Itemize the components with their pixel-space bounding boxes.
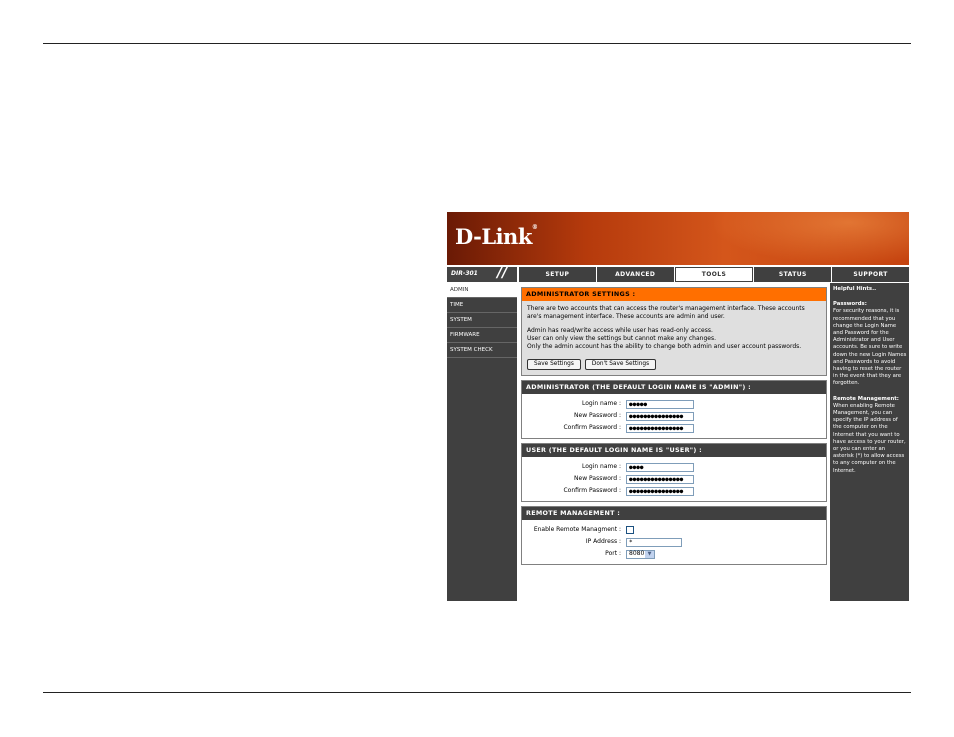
panel-title: REMOTE MANAGEMENT : [522, 507, 826, 520]
save-settings-button[interactable]: Save Settings [527, 359, 581, 370]
user-confirm-password-input[interactable]: ●●●●●●●●●●●●●●● [626, 486, 694, 496]
tab-advanced[interactable]: ADVANCED [596, 267, 674, 282]
tab-tools[interactable]: TOOLS [674, 267, 754, 282]
admin-confirm-password-input[interactable]: ●●●●●●●●●●●●●●● [626, 423, 694, 433]
ip-address-input[interactable]: * [626, 537, 682, 547]
sidebar-item-system[interactable]: SYSTEM [447, 313, 517, 328]
user-login-input[interactable]: ●●●● [626, 462, 694, 472]
router-screenshot: D-Link® DIR-301 // SETUP ADVANCED TOOLS … [447, 212, 909, 601]
top-navigation: DIR-301 // SETUP ADVANCED TOOLS STATUS S… [447, 265, 909, 283]
sidebar-item-time[interactable]: TIME [447, 298, 517, 313]
hints-passwords-heading: Passwords: [833, 301, 867, 308]
panel-title: USER (THE DEFAULT LOGIN NAME IS "USER") … [522, 444, 826, 457]
hints-title: Helpful Hints.. [833, 286, 877, 292]
sidebar-item-admin[interactable]: ADMIN [447, 283, 517, 298]
tab-bar: SETUP ADVANCED TOOLS STATUS SUPPORT [519, 267, 909, 282]
ip-address-label: IP Address : [585, 538, 621, 545]
user-login-label: Login name : [581, 463, 621, 470]
port-value: 8080 [629, 550, 645, 557]
remote-management-panel: REMOTE MANAGEMENT : Enable Remote Managm… [521, 506, 827, 565]
hints-passwords-text: For security reasons, it is recommended … [833, 308, 907, 387]
tab-status[interactable]: STATUS [754, 267, 832, 282]
admin-login-label: Login name : [581, 400, 621, 407]
admin-confirm-password-label: Confirm Password : [563, 424, 621, 431]
dlink-logo: D-Link® [455, 224, 538, 249]
access-line-user: User can only view the settings but cann… [527, 335, 716, 342]
user-new-password-input[interactable]: ●●●●●●●●●●●●●●● [626, 474, 694, 484]
panel-title: ADMINISTRATOR (THE DEFAULT LOGIN NAME IS… [522, 381, 826, 394]
admin-new-password-input[interactable]: ●●●●●●●●●●●●●●● [626, 411, 694, 421]
tab-setup[interactable]: SETUP [519, 267, 596, 282]
access-line-admin: Admin has read/write access while user h… [527, 327, 713, 334]
panel-title: ADMINISTRATOR SETTINGS : [522, 288, 826, 301]
main-content: ADMINISTRATOR SETTINGS : There are two a… [517, 283, 830, 601]
admin-login-input[interactable]: ●●●●● [626, 399, 694, 409]
tab-support[interactable]: SUPPORT [832, 267, 909, 282]
user-confirm-password-label: Confirm Password : [563, 487, 621, 494]
user-new-password-label: New Password : [574, 475, 621, 482]
admin-settings-panel: ADMINISTRATOR SETTINGS : There are two a… [521, 287, 827, 376]
admin-new-password-label: New Password : [574, 412, 621, 419]
sidebar-item-firmware[interactable]: FIRMWARE [447, 328, 517, 343]
dont-save-settings-button[interactable]: Don't Save Settings [584, 359, 657, 370]
helpful-hints-panel: Helpful Hints.. Passwords: For security … [830, 283, 909, 601]
user-panel: USER (THE DEFAULT LOGIN NAME IS "USER") … [521, 443, 827, 502]
model-divider-icon: // [497, 265, 508, 281]
bottom-rule [43, 692, 911, 693]
port-select[interactable]: 8080 ▼ [626, 549, 655, 559]
access-line-passwords: Only the admin account has the ability t… [527, 343, 802, 350]
chevron-down-icon[interactable]: ▼ [645, 550, 654, 558]
enable-remote-checkbox[interactable] [626, 526, 634, 534]
header-banner: D-Link® [447, 212, 909, 265]
top-rule [43, 43, 911, 44]
sidebar: ADMIN TIME SYSTEM FIRMWARE SYSTEM CHECK [447, 283, 517, 601]
hints-remote-text: When enabling Remote Management, you can… [833, 402, 906, 474]
enable-remote-label: Enable Remote Managment : [533, 526, 621, 533]
administrator-panel: ADMINISTRATOR (THE DEFAULT LOGIN NAME IS… [521, 380, 827, 439]
sidebar-item-system-check[interactable]: SYSTEM CHECK [447, 343, 517, 358]
hints-remote-heading: Remote Management: [833, 395, 899, 402]
port-label: Port : [605, 550, 621, 557]
intro-text: There are two accounts that can access t… [527, 305, 805, 320]
